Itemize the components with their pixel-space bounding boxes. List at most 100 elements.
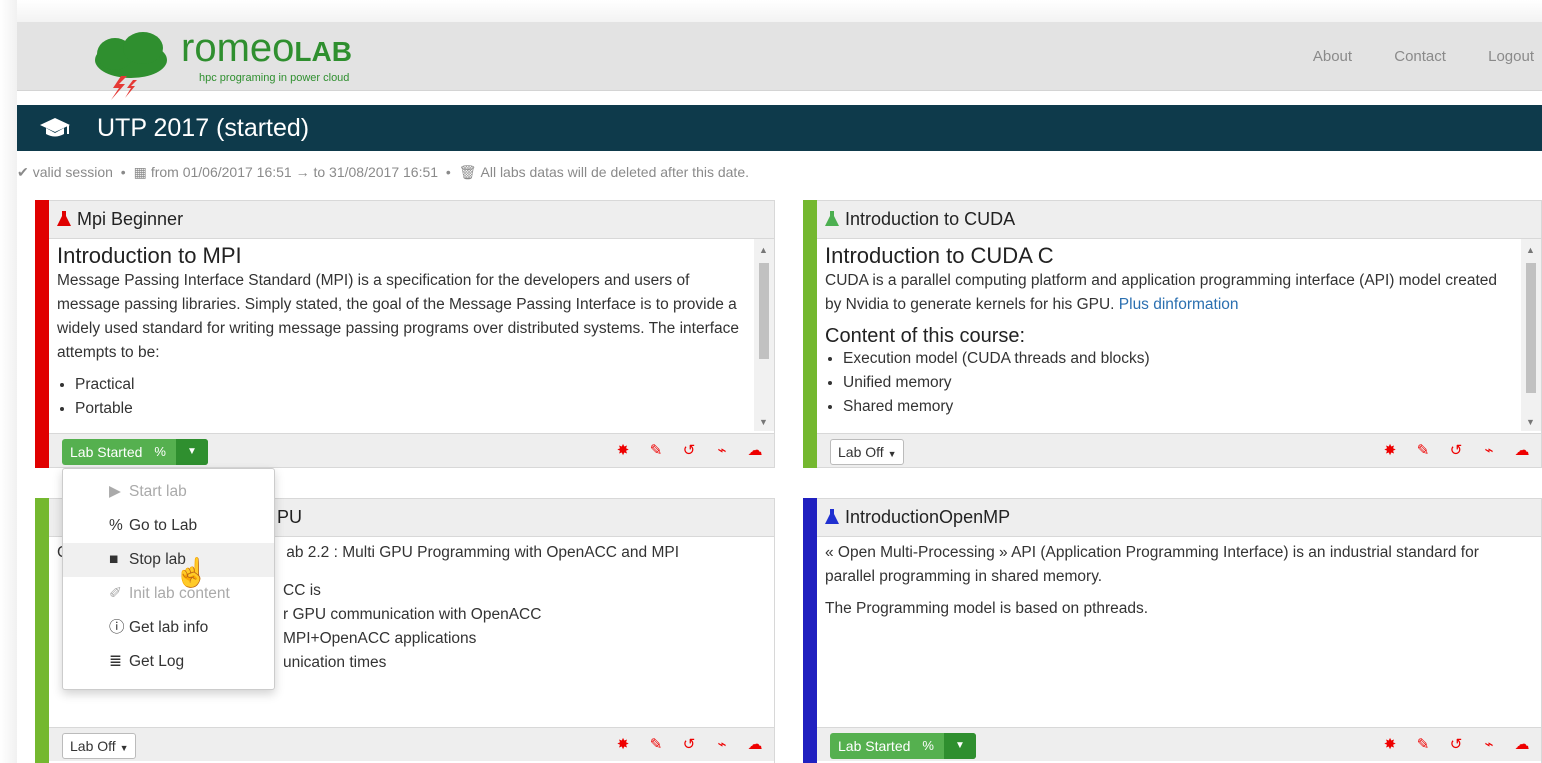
scroll-thumb[interactable] xyxy=(1526,263,1536,393)
list-item: Unified memory xyxy=(843,371,1517,395)
reset-icon[interactable]: ↺ xyxy=(1447,736,1465,754)
graduation-cap-icon xyxy=(40,118,70,137)
content-text: Message Passing Interface Standard (MPI)… xyxy=(57,272,740,361)
content-heading: Introduction to MPI xyxy=(57,243,242,268)
content-text-2: The Programming model is based on pthrea… xyxy=(825,600,1149,617)
edit-icon[interactable]: ✎ xyxy=(1414,736,1432,754)
app-window: romeoLAB hpc programing in power cloud A… xyxy=(0,0,1542,763)
link-icon: % xyxy=(109,517,123,534)
calendar-icon: ▦ xyxy=(133,164,147,180)
caret-down-icon: ▼ xyxy=(119,743,129,753)
content-heading: Introduction to CUDA C xyxy=(825,243,1054,268)
play-icon: ▶ xyxy=(109,483,121,500)
panel-stripe xyxy=(35,498,49,763)
hand-cursor-icon: ☝ xyxy=(174,557,209,588)
cloud-upload-icon[interactable]: ☁ xyxy=(1513,442,1531,460)
panel-content: Introduction to CUDA C CUDA is a paralle… xyxy=(817,239,1541,431)
panel-actions: ✸ ✎ ↺ ⌁ ☁ xyxy=(1381,736,1531,754)
gear-icon[interactable]: ✸ xyxy=(614,736,632,754)
session-title-bar: UTP 2017 (started) xyxy=(17,105,1542,151)
top-navbar: romeoLAB hpc programing in power cloud A… xyxy=(17,22,1542,100)
list-item: Shared memory xyxy=(843,395,1517,419)
panel-stripe xyxy=(35,200,49,468)
panel-stripe xyxy=(803,498,817,763)
scroll-thumb[interactable] xyxy=(759,263,769,359)
stop-icon: ■ xyxy=(109,551,119,568)
panel-footer: Lab Started % ▼ ✸ ✎ ↺ ⌁ ☁ xyxy=(817,727,1541,761)
list-item: Execution model (CUDA threads and blocks… xyxy=(843,347,1517,371)
scroll-down-icon[interactable]: ▼ xyxy=(1526,417,1535,427)
panel-stripe xyxy=(803,200,817,468)
caret-down-icon: ▼ xyxy=(887,449,897,459)
more-info-link[interactable]: Plus dinformation xyxy=(1119,296,1239,313)
list-item: Practical xyxy=(75,373,750,397)
logo-tagline: hpc programing in power cloud xyxy=(199,72,350,84)
nav-logout[interactable]: Logout xyxy=(1488,48,1534,65)
link-icon: % xyxy=(154,444,166,459)
menu-item-stop-lab[interactable]: ■ Stop lab xyxy=(63,543,274,577)
panel-footer: Lab Off ▼ ✸ ✎ ↺ ⌁ ☁ xyxy=(817,433,1541,467)
trash-icon: 🗑 xyxy=(458,164,477,180)
eraser-icon[interactable]: ⌁ xyxy=(1480,442,1498,460)
content-subheading: Content of this course: xyxy=(825,325,1026,347)
content-text: CUDA is a parallel computing platform an… xyxy=(825,272,1497,313)
scroll-up-icon[interactable]: ▲ xyxy=(759,245,768,255)
menu-item-init-lab-content[interactable]: ✐ Init lab content xyxy=(63,577,274,611)
reset-icon[interactable]: ↺ xyxy=(1447,442,1465,460)
flask-icon xyxy=(825,211,839,226)
lab-actions-dropdown: ▶ Start lab % Go to Lab ■ Stop lab ✐ Init la… xyxy=(62,468,275,690)
reset-icon[interactable]: ↺ xyxy=(680,442,698,460)
panel-footer: Lab Started % ▼ ✸ ✎ ↺ ⌁ ☁ xyxy=(49,433,774,467)
edit-icon[interactable]: ✎ xyxy=(1414,442,1432,460)
info-icon: ⓘ xyxy=(109,619,125,636)
logo-wordmark: romeoLAB xyxy=(181,26,352,70)
panel-scrollbar[interactable]: ▲ ▼ xyxy=(754,239,774,431)
panel-content: Introduction to MPI Message Passing Inte… xyxy=(49,239,774,431)
menu-item-get-log[interactable]: ≣ Get Log xyxy=(63,645,274,679)
list-item: Portable xyxy=(75,397,750,421)
lab-status-button[interactable]: Lab Started % ▼ xyxy=(62,439,208,465)
dropdown-toggle[interactable]: ▼ xyxy=(943,733,976,759)
panel-content: « Open Multi-Processing » API (Applicati… xyxy=(817,537,1541,733)
eraser-icon[interactable]: ⌁ xyxy=(1480,736,1498,754)
edit-icon[interactable]: ✎ xyxy=(647,442,665,460)
cloud-upload-icon[interactable]: ☁ xyxy=(746,736,764,754)
lab-status-button[interactable]: Lab Started % ▼ xyxy=(830,733,976,759)
scroll-down-icon[interactable]: ▼ xyxy=(759,417,768,427)
menu-item-start-lab[interactable]: ▶ Start lab xyxy=(63,475,274,509)
panel-footer: Lab Off ▼ ✸ ✎ ↺ ⌁ ☁ xyxy=(49,727,774,761)
lab-status-button[interactable]: Lab Off ▼ xyxy=(830,439,905,465)
eraser-icon: ✐ xyxy=(109,585,122,602)
panel-header: Introduction to CUDA xyxy=(817,201,1541,239)
panel-scrollbar[interactable]: ▲ ▼ xyxy=(1521,239,1541,431)
panel-header: Mpi Beginner xyxy=(49,201,774,239)
top-nav-links: About Contact Logout xyxy=(1275,48,1534,65)
eraser-icon[interactable]: ⌁ xyxy=(713,442,731,460)
nav-about[interactable]: About xyxy=(1313,48,1352,65)
flask-icon xyxy=(825,509,839,524)
gear-icon[interactable]: ✸ xyxy=(1381,736,1399,754)
dropdown-toggle[interactable]: ▼ xyxy=(175,439,208,465)
eraser-icon[interactable]: ⌁ xyxy=(713,736,731,754)
lab-panel-openmp: IntroductionOpenMP « Open Multi-Processi… xyxy=(803,498,1542,763)
lab-status-button[interactable]: Lab Off ▼ xyxy=(62,733,137,759)
scroll-up-icon[interactable]: ▲ xyxy=(1526,245,1535,255)
panel-actions: ✸ ✎ ↺ ⌁ ☁ xyxy=(614,736,764,754)
lab-panel-mpi-beginner: Mpi Beginner Introduction to MPI Message… xyxy=(35,200,775,468)
content-text: « Open Multi-Processing » API (Applicati… xyxy=(825,544,1479,585)
cloud-upload-icon[interactable]: ☁ xyxy=(746,442,764,460)
panel-actions: ✸ ✎ ↺ ⌁ ☁ xyxy=(614,442,764,460)
edit-icon[interactable]: ✎ xyxy=(647,736,665,754)
menu-item-go-to-lab[interactable]: % Go to Lab xyxy=(63,509,274,543)
content-list: Practical Portable xyxy=(75,373,750,421)
menu-item-get-lab-info[interactable]: ⓘ Get lab info xyxy=(63,611,274,645)
cloud-upload-icon[interactable]: ☁ xyxy=(1513,736,1531,754)
gear-icon[interactable]: ✸ xyxy=(614,442,632,460)
panel-actions: ✸ ✎ ↺ ⌁ ☁ xyxy=(1381,442,1531,460)
gear-icon[interactable]: ✸ xyxy=(1381,442,1399,460)
database-icon: ≣ xyxy=(109,653,122,670)
link-icon: % xyxy=(922,738,934,753)
reset-icon[interactable]: ↺ xyxy=(680,736,698,754)
nav-contact[interactable]: Contact xyxy=(1394,48,1446,65)
content-text: ab 2.2 : Multi GPU Programming with Open… xyxy=(286,544,680,561)
